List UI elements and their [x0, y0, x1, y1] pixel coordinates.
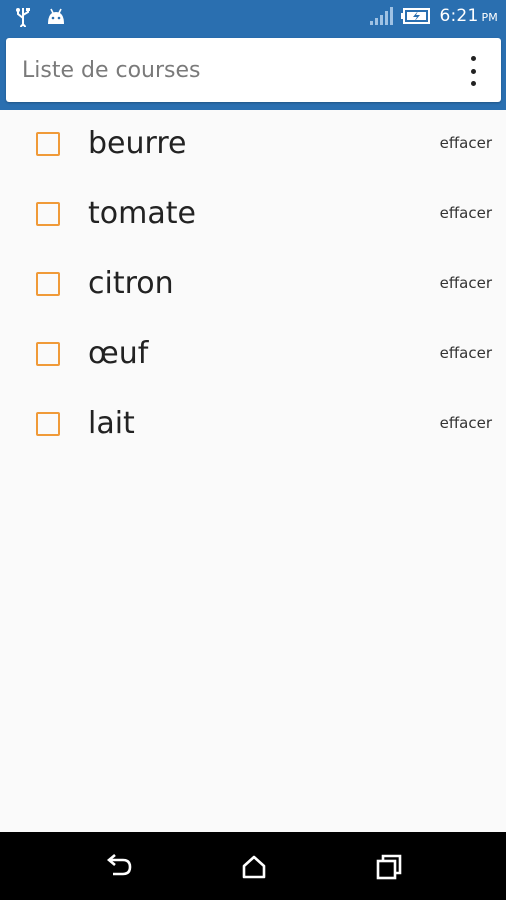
list-item: œuf effacer: [0, 320, 506, 390]
item-checkbox[interactable]: [36, 272, 60, 296]
list-item: beurre effacer: [0, 110, 506, 180]
recent-apps-icon[interactable]: [374, 852, 404, 882]
item-checkbox[interactable]: [36, 202, 60, 226]
delete-button[interactable]: effacer: [440, 134, 492, 152]
menu-dot: [470, 68, 476, 74]
more-vert-icon[interactable]: [461, 56, 485, 86]
item-label: tomate: [88, 196, 196, 231]
home-icon[interactable]: [239, 852, 269, 882]
item-checkbox[interactable]: [36, 342, 60, 366]
list-item: citron effacer: [0, 250, 506, 320]
status-clock: 6:21: [439, 6, 479, 26]
battery-charging-icon: [401, 8, 431, 24]
item-label: citron: [88, 266, 174, 301]
android-icon: [48, 8, 64, 24]
delete-button[interactable]: effacer: [440, 344, 492, 362]
status-time: 6:21 PM: [439, 6, 498, 26]
status-right: 6:21 PM: [369, 6, 498, 26]
list-item: lait effacer: [0, 390, 506, 460]
search-card: [6, 38, 501, 102]
navigation-bar: [0, 832, 506, 900]
status-ampm: PM: [481, 11, 498, 24]
item-label: beurre: [88, 126, 187, 161]
delete-button[interactable]: effacer: [440, 414, 492, 432]
shopping-list: beurre effacer tomate effacer citron eff…: [0, 110, 506, 460]
menu-dot: [470, 56, 476, 61]
status-bar: 6:21 PM: [0, 0, 506, 36]
item-checkbox[interactable]: [36, 412, 60, 436]
menu-dot: [470, 81, 476, 86]
item-checkbox[interactable]: [36, 132, 60, 156]
usb-icon: [16, 8, 30, 27]
item-label: lait: [88, 406, 135, 441]
signal-icon: [370, 7, 394, 25]
status-left: [14, 7, 66, 27]
delete-button[interactable]: effacer: [440, 274, 492, 292]
item-label: œuf: [88, 336, 149, 371]
list-item: tomate effacer: [0, 180, 506, 250]
delete-button[interactable]: effacer: [440, 204, 492, 222]
back-icon[interactable]: [104, 852, 134, 882]
search-input[interactable]: [22, 54, 442, 86]
